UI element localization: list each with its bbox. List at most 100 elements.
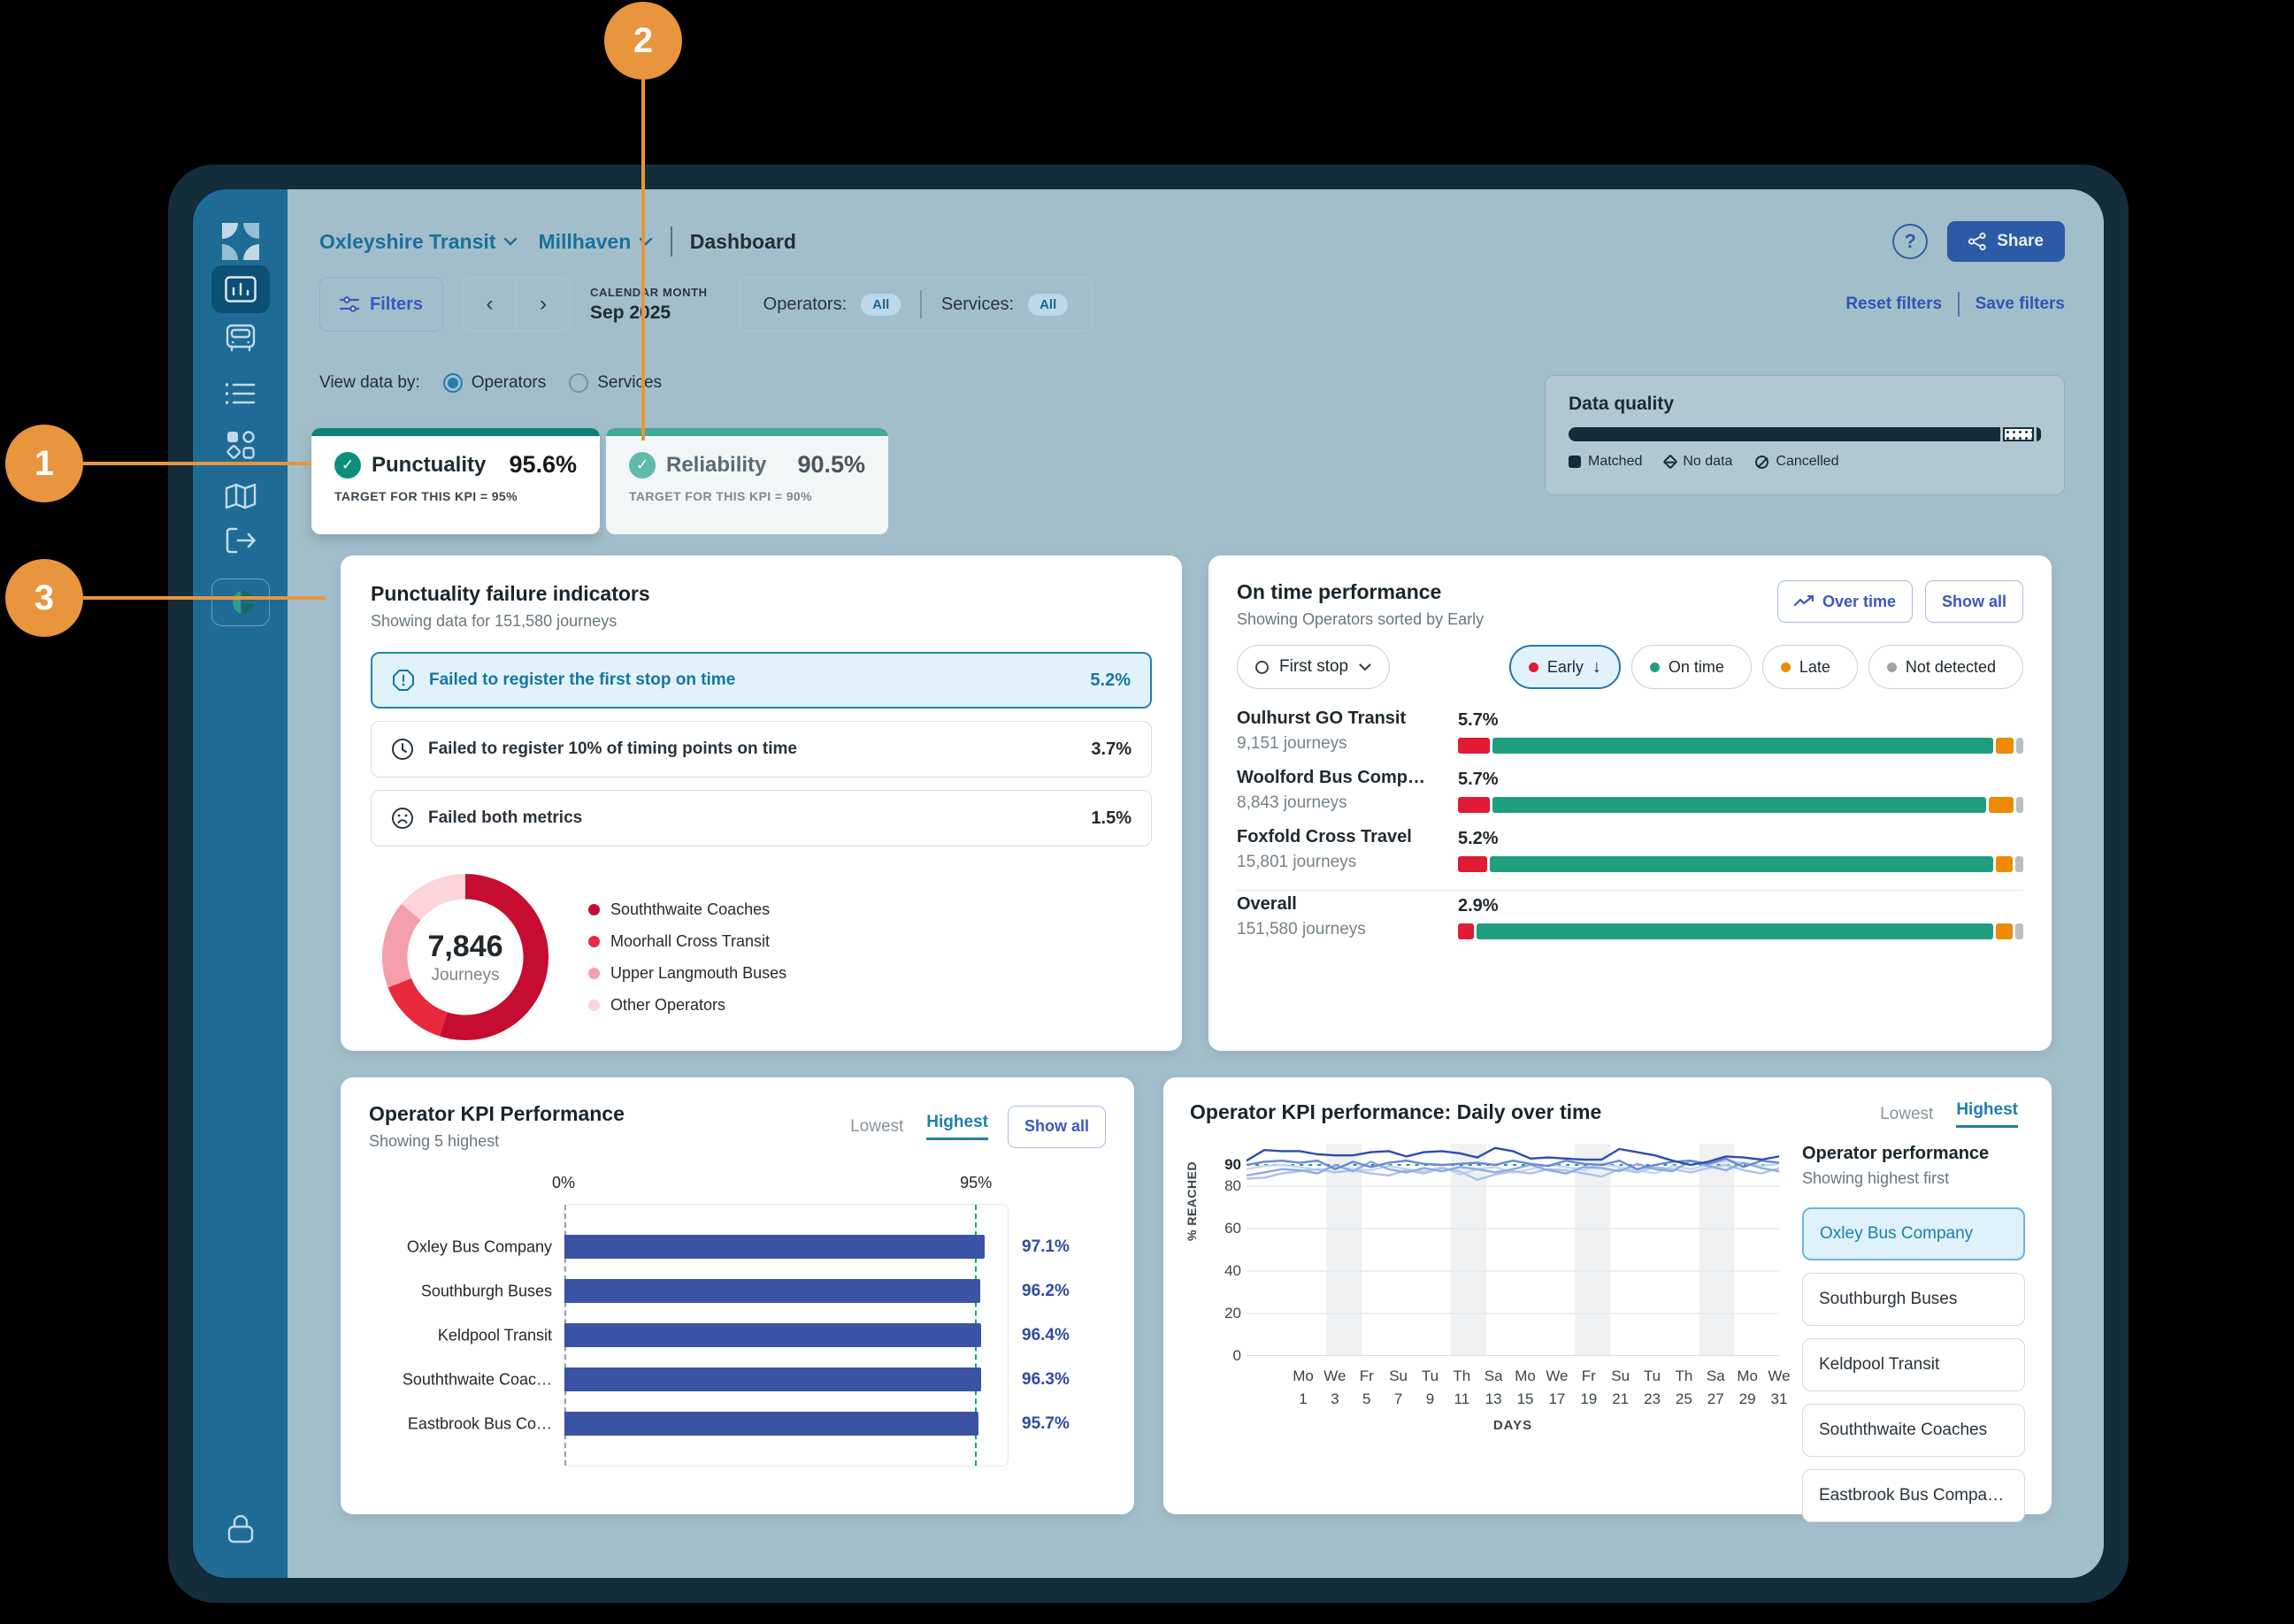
- operator-performance-row[interactable]: Oulhurst GO Transit 9,151 journeys 5.7%: [1237, 709, 2023, 754]
- status-chip[interactable]: Late: [1762, 645, 1858, 689]
- data-quality-bar: [1569, 427, 2041, 441]
- x-tick: Mo1: [1293, 1365, 1314, 1411]
- failure-indicator-row[interactable]: Failed to register the first stop on tim…: [371, 652, 1152, 709]
- operator-journeys: 8,843 journeys: [1237, 793, 1458, 813]
- select-value: First stop: [1279, 657, 1348, 677]
- sort-lowest[interactable]: Lowest: [850, 1117, 903, 1137]
- operator-performance-row[interactable]: Overall 151,580 journeys 2.9%: [1237, 894, 2023, 939]
- tab-punctuality[interactable]: ✓ Punctuality 95.6% TARGET FOR THIS KPI …: [311, 428, 600, 534]
- x-tick: Fr5: [1360, 1365, 1374, 1411]
- divider: [1958, 292, 1960, 317]
- operator-button[interactable]: Eastbrook Bus Compa…: [1802, 1469, 2025, 1522]
- operator-performance-row[interactable]: Woolford Bus Comp… 8,843 journeys 5.7%: [1237, 768, 2023, 813]
- help-button[interactable]: ?: [1892, 224, 1928, 259]
- region-selector[interactable]: Millhaven: [538, 230, 653, 254]
- bar[interactable]: [564, 1279, 980, 1303]
- chip-label: Not detected: [1906, 658, 1996, 677]
- filters-button[interactable]: Filters: [319, 277, 443, 332]
- divider: [671, 226, 672, 257]
- filter-bar: Filters ‹ › CALENDAR MONTH Sep 2025 Oper…: [319, 276, 2065, 333]
- bar-value: 97.1%: [1022, 1237, 1070, 1257]
- line-chart-icon: [1794, 595, 1814, 608]
- sidebar-item-map[interactable]: [225, 483, 257, 509]
- status-dot-icon: [1650, 663, 1660, 672]
- status-chip[interactable]: Not detected: [1868, 645, 2023, 689]
- x-axis-ticks: Mo1We3Fr5Su7Tu9Th11Sa13Mo15We17Fr19Su21T…: [1247, 1365, 1779, 1416]
- bar[interactable]: [564, 1412, 978, 1436]
- x-tick: Th25: [1675, 1365, 1692, 1411]
- legend-label: Cancelled: [1776, 454, 1838, 470]
- operator-button[interactable]: Southburgh Buses: [1802, 1273, 2025, 1326]
- radio-services[interactable]: Services: [569, 373, 662, 393]
- next-period-button[interactable]: ›: [517, 278, 570, 331]
- indicator-icon: [391, 738, 414, 761]
- sidebar-item-partner-app[interactable]: [211, 578, 270, 626]
- operator-name: Foxfold Cross Travel: [1237, 827, 1458, 847]
- view-data-by: View data by: Operators Services: [319, 373, 662, 393]
- tab-value: 90.5%: [797, 451, 865, 479]
- legend-item: Moorhall Cross Transit: [588, 932, 786, 951]
- tab-reliability[interactable]: ✓ Reliability 90.5% TARGET FOR THIS KPI …: [606, 428, 888, 534]
- sort-highest[interactable]: Highest: [926, 1113, 988, 1140]
- kpi-bar-row: Southburgh Buses 96.2%: [564, 1279, 1008, 1303]
- bar[interactable]: [564, 1235, 985, 1259]
- org-selector[interactable]: Oxleyshire Transit: [319, 230, 518, 254]
- over-time-button[interactable]: Over time: [1777, 580, 1913, 623]
- stop-type-select[interactable]: First stop: [1237, 645, 1390, 689]
- status-chip[interactable]: On time: [1631, 645, 1752, 689]
- bar-label: Southburgh Buses: [375, 1282, 552, 1300]
- button-label: Show all: [1942, 593, 2006, 611]
- sort-highest[interactable]: Highest: [1956, 1100, 2018, 1128]
- failure-indicator-row[interactable]: Failed both metrics 1.5%: [371, 790, 1152, 846]
- scope-summary[interactable]: Operators: All Services: All: [740, 277, 1093, 332]
- status-chip[interactable]: Early ↓: [1509, 645, 1621, 689]
- on-time-rows: Oulhurst GO Transit 9,151 journeys 5.7%: [1237, 709, 2023, 939]
- bar[interactable]: [564, 1323, 981, 1347]
- operator-button[interactable]: Souththwaite Coaches: [1802, 1404, 2025, 1457]
- share-button[interactable]: Share: [1947, 221, 2065, 262]
- sidebar-item-dashboard[interactable]: [211, 265, 270, 313]
- failure-indicator-row[interactable]: Failed to register 10% of timing points …: [371, 721, 1152, 778]
- share-icon: [1968, 233, 1986, 250]
- radio-operators[interactable]: Operators: [443, 373, 546, 393]
- status-dot-icon: [1781, 663, 1791, 672]
- bar[interactable]: [564, 1367, 981, 1391]
- chip-label: Early: [1547, 658, 1584, 677]
- tab-target: TARGET FOR THIS KPI = 90%: [629, 489, 865, 503]
- period-pager: ‹ ›: [463, 277, 571, 332]
- check-circle-icon: ✓: [334, 452, 361, 479]
- data-quality-panel: Data quality Matched No data Cancelled: [1545, 375, 2065, 495]
- sliders-icon: [340, 295, 359, 313]
- lock-icon[interactable]: [227, 1514, 254, 1544]
- failure-label: Failed both metrics: [428, 808, 582, 828]
- period-display: CALENDAR MONTH Sep 2025: [590, 286, 708, 324]
- topbar: Oxleyshire Transit Millhaven Dashboard ?…: [319, 219, 2065, 264]
- sidebar-item-list[interactable]: [226, 382, 256, 405]
- show-all-button[interactable]: Show all: [1008, 1106, 1106, 1148]
- panel-subtitle: Showing Operators sorted by Early: [1237, 610, 1484, 629]
- panel-title: On time performance: [1237, 580, 1484, 604]
- reset-filters-button[interactable]: Reset filters: [1845, 295, 1942, 314]
- operator-name: Oxley Bus Company: [1820, 1224, 1973, 1244]
- bar-label: Eastbrook Bus Co…: [375, 1414, 552, 1433]
- sort-lowest[interactable]: Lowest: [1880, 1105, 1933, 1124]
- stacked-bar: [1458, 738, 2023, 754]
- show-all-button[interactable]: Show all: [1925, 580, 2023, 623]
- radio-icon: [569, 373, 588, 393]
- operator-button[interactable]: Keldpool Transit: [1802, 1338, 2025, 1391]
- tab-label: Punctuality: [372, 453, 486, 478]
- x-tick: Fr19: [1580, 1365, 1597, 1411]
- sidebar-item-export[interactable]: [226, 527, 256, 554]
- sidebar-item-categories[interactable]: [226, 430, 256, 460]
- x-tick: Th11: [1453, 1365, 1470, 1411]
- operator-name: Woolford Bus Comp…: [1237, 768, 1458, 788]
- operator-performance-row[interactable]: Foxfold Cross Travel 15,801 journeys 5.2…: [1237, 827, 2023, 872]
- operator-button[interactable]: Oxley Bus Company: [1802, 1207, 2025, 1260]
- sidebar-item-vehicles[interactable]: [225, 324, 257, 354]
- save-filters-button[interactable]: Save filters: [1976, 295, 2065, 314]
- donut-total: 7,846: [427, 930, 503, 964]
- previous-period-button[interactable]: ‹: [464, 278, 517, 331]
- indicator-icon: [392, 669, 415, 692]
- x-axis-title: DAYS: [1247, 1418, 1779, 1433]
- panel-title: Punctuality failure indicators: [371, 582, 1152, 606]
